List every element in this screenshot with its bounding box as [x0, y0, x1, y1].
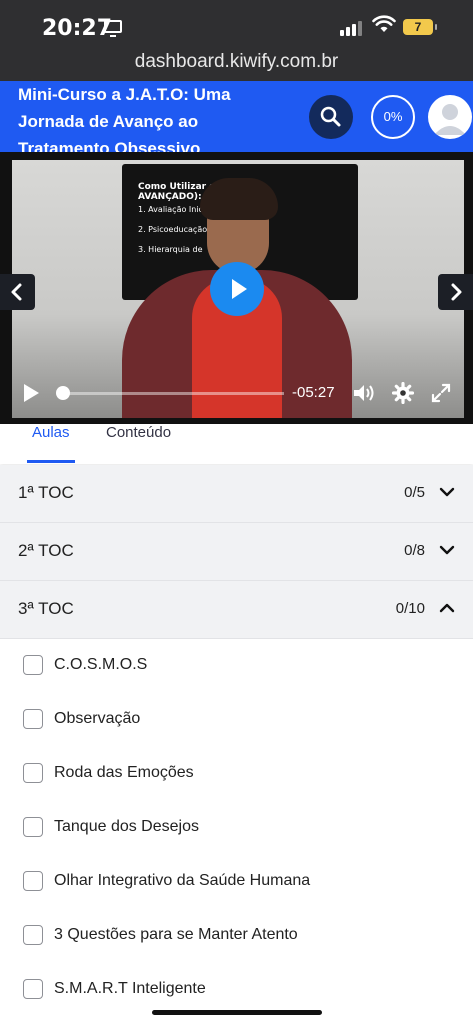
lesson-item[interactable]: Tanque dos Desejos: [0, 801, 473, 856]
module-1-header[interactable]: 1ª TOC 0/5: [0, 465, 473, 523]
status-time: 20:27: [42, 16, 113, 41]
lesson-checkbox[interactable]: [23, 817, 43, 837]
url-text: dashboard.kiwify.com.br: [134, 51, 339, 72]
user-avatar-button[interactable]: [428, 95, 472, 139]
next-lesson-button[interactable]: [438, 274, 473, 310]
lesson-item[interactable]: S.M.A.R.T Inteligente: [0, 963, 473, 1017]
lesson-checkbox[interactable]: [23, 655, 43, 675]
video-controls-bar: -05:27: [0, 372, 473, 416]
module-title: 3ª TOC: [18, 599, 74, 618]
lesson-checkbox[interactable]: [23, 871, 43, 891]
lesson-title: S.M.A.R.T Inteligente: [54, 980, 206, 997]
settings-gear-icon[interactable]: [392, 382, 414, 404]
lesson-item[interactable]: C.O.S.M.O.S: [0, 639, 473, 694]
play-small-icon[interactable]: [20, 382, 42, 404]
module-title: 2ª TOC: [18, 541, 74, 560]
big-play-button[interactable]: [210, 262, 264, 316]
active-tab-indicator: [27, 460, 75, 463]
video-progress-track[interactable]: [62, 392, 284, 395]
lesson-checkbox[interactable]: [23, 979, 43, 999]
chevron-down-icon: [439, 545, 455, 555]
search-button[interactable]: [309, 95, 353, 139]
lesson-title: C.O.S.M.O.S: [54, 656, 148, 673]
lesson-item[interactable]: Olhar Integrativo da Saúde Humana: [0, 855, 473, 910]
home-indicator: [152, 1010, 322, 1015]
lesson-title: Tanque dos Desejos: [54, 818, 199, 835]
module-progress-count: 0/8: [404, 542, 425, 559]
lesson-checkbox[interactable]: [23, 925, 43, 945]
lesson-checkbox[interactable]: [23, 709, 43, 729]
lesson-title: Observação: [54, 710, 141, 727]
tab-conteudo[interactable]: Conteúdo: [106, 424, 171, 441]
chevron-left-icon: [11, 283, 22, 301]
lesson-item[interactable]: Roda das Emoções: [0, 747, 473, 802]
play-icon: [232, 279, 247, 299]
chevron-up-icon: [439, 603, 455, 613]
chevron-right-icon: [451, 283, 462, 301]
fullscreen-icon[interactable]: [430, 382, 452, 404]
content-tabs: Aulas Conteúdo: [0, 424, 473, 464]
module-progress-count: 0/5: [404, 484, 425, 501]
time-remaining: -05:27: [292, 384, 335, 401]
module-2-header[interactable]: 2ª TOC 0/8: [0, 523, 473, 581]
wifi-icon: [372, 15, 396, 32]
battery-indicator: 7: [403, 19, 437, 35]
lesson-title: Roda das Emoções: [54, 764, 194, 781]
volume-icon[interactable]: [352, 382, 376, 404]
presenter-hair: [200, 178, 278, 220]
module-3-header[interactable]: 3ª TOC 0/10: [0, 581, 473, 639]
screen-mirroring-icon: [104, 20, 122, 37]
module-progress-count: 0/10: [395, 600, 425, 617]
lesson-title: Olhar Integrativo da Saúde Humana: [54, 872, 311, 889]
status-bar: 20:27 7: [0, 0, 473, 50]
course-header: Mini-Curso a J.A.T.O: Uma Jornada de Ava…: [0, 81, 473, 158]
previous-lesson-button[interactable]: [0, 274, 35, 310]
lesson-title: 3 Questões para se Manter Atento: [54, 926, 298, 943]
avatar-icon: [434, 104, 466, 135]
tab-aulas[interactable]: Aulas: [32, 424, 70, 441]
video-progress-knob[interactable]: [56, 386, 70, 400]
module-title: 1ª TOC: [18, 483, 74, 502]
lesson-item[interactable]: 3 Questões para se Manter Atento: [0, 909, 473, 964]
course-progress-button[interactable]: 0%: [371, 95, 415, 139]
cellular-signal-icon: [340, 20, 364, 36]
browser-url-bar[interactable]: dashboard.kiwify.com.br: [0, 50, 473, 81]
chevron-down-icon: [439, 487, 455, 497]
search-icon: [320, 106, 341, 127]
lesson-item[interactable]: Observação: [0, 693, 473, 748]
course-title: Mini-Curso a J.A.T.O: Uma Jornada de Ava…: [18, 85, 231, 158]
lesson-checkbox[interactable]: [23, 763, 43, 783]
